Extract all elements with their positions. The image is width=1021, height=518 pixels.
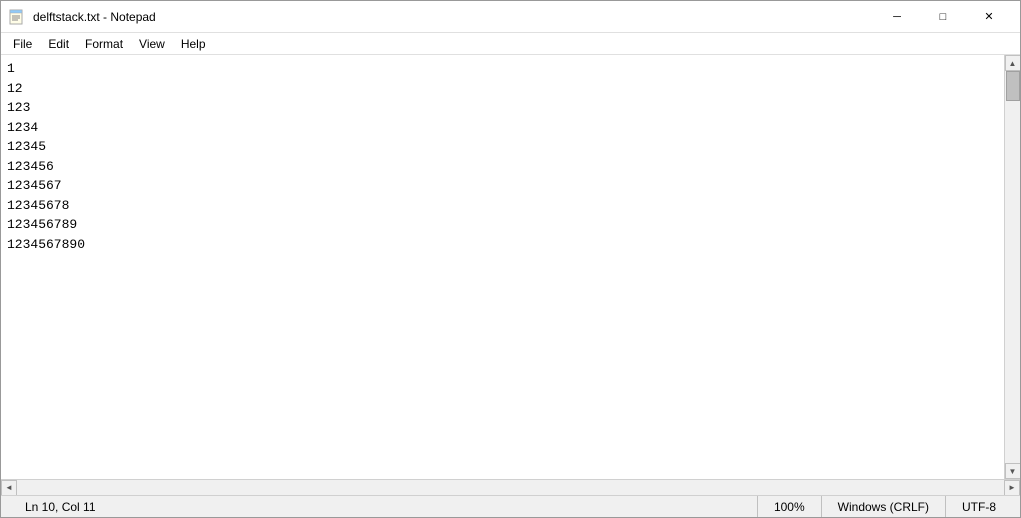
scroll-track-x[interactable]: [17, 480, 1004, 495]
scroll-up-arrow[interactable]: ▲: [1005, 55, 1021, 71]
title-bar-left: delftstack.txt - Notepad: [9, 9, 156, 25]
notepad-app-icon: [9, 9, 25, 25]
scroll-down-arrow[interactable]: ▼: [1005, 463, 1021, 479]
menu-item-view[interactable]: View: [131, 35, 173, 53]
menu-item-format[interactable]: Format: [77, 35, 131, 53]
menu-bar: File Edit Format View Help: [1, 33, 1020, 55]
status-bar: Ln 10, Col 11 100% Windows (CRLF) UTF-8: [1, 495, 1020, 517]
menu-item-help[interactable]: Help: [173, 35, 214, 53]
scroll-thumb-y[interactable]: [1006, 71, 1020, 101]
status-zoom: 100%: [757, 496, 821, 517]
status-position: Ln 10, Col 11: [9, 496, 112, 517]
scroll-left-arrow[interactable]: ◄: [1, 480, 17, 496]
menu-item-file[interactable]: File: [5, 35, 40, 53]
minimize-button[interactable]: ─: [874, 1, 920, 33]
title-bar: delftstack.txt - Notepad ─ □ ✕: [1, 1, 1020, 33]
window-title: delftstack.txt - Notepad: [33, 10, 156, 24]
close-button[interactable]: ✕: [966, 1, 1012, 33]
vertical-scrollbar[interactable]: ▲ ▼: [1004, 55, 1020, 479]
text-editor[interactable]: 1 12 123 1234 12345 123456 1234567 12345…: [1, 55, 1004, 479]
status-line-ending: Windows (CRLF): [821, 496, 945, 517]
scroll-right-arrow[interactable]: ►: [1004, 480, 1020, 496]
horizontal-scrollbar[interactable]: ◄ ►: [1, 479, 1020, 495]
scroll-track-y[interactable]: [1005, 71, 1020, 463]
editor-area: 1 12 123 1234 12345 123456 1234567 12345…: [1, 55, 1020, 479]
main-window: delftstack.txt - Notepad ─ □ ✕ File Edit…: [0, 0, 1021, 518]
window-controls: ─ □ ✕: [874, 1, 1012, 33]
maximize-button[interactable]: □: [920, 1, 966, 33]
status-encoding: UTF-8: [945, 496, 1012, 517]
menu-item-edit[interactable]: Edit: [40, 35, 77, 53]
